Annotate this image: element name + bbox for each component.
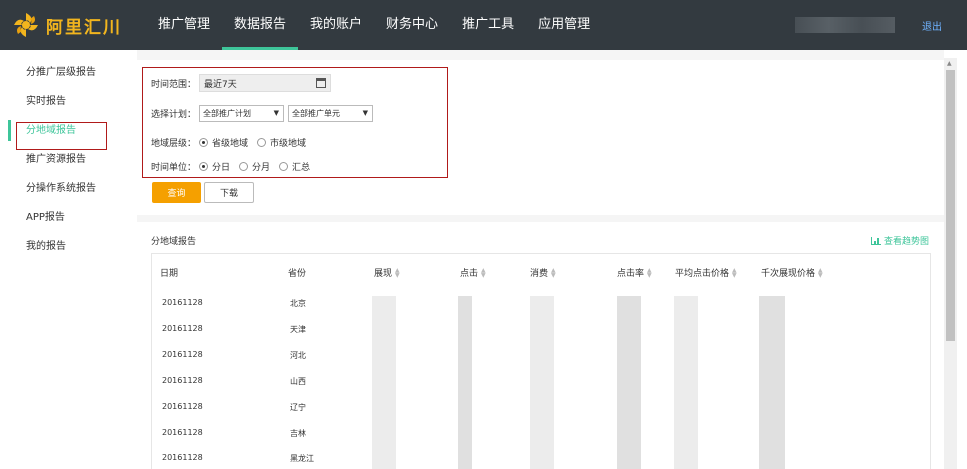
nav-promotion-tools[interactable]: 推广工具 [450,0,526,50]
cell-province: 天津 [290,325,306,334]
col-header-ctr[interactable]: 点击率 ▲ ▼ [617,266,652,279]
redacted-clicks-column [458,296,472,469]
cell-date: 20161128 [162,428,203,437]
col-header-cost[interactable]: 消费 ▲ ▼ [530,266,556,279]
query-button[interactable]: 查询 [152,182,201,203]
nav-app-management[interactable]: 应用管理 [526,0,602,50]
cell-date: 20161128 [162,453,203,462]
sidebar-item-app-report[interactable]: APP报告 [0,203,136,232]
sort-icon[interactable]: ▲ ▼ [395,267,400,278]
cell-date: 20161128 [162,298,203,307]
download-button[interactable]: 下载 [204,182,254,203]
bar-chart-icon [871,236,881,245]
sidebar-item-os-report[interactable]: 分操作系统报告 [0,174,136,203]
logo-icon [14,13,38,37]
sort-icon[interactable]: ▲ ▼ [818,267,823,278]
redacted-avg-cpc-column [674,296,698,469]
cell-province: 辽宁 [290,403,306,412]
sort-icon[interactable]: ▲ ▼ [551,267,556,278]
redacted-impressions-column [372,296,396,469]
col-header-clicks[interactable]: 点击 ▲ ▼ [460,266,486,279]
nav-data-report[interactable]: 数据报告 [222,0,299,50]
sort-icon[interactable]: ▲ ▼ [647,267,652,278]
nav-finance-center[interactable]: 财务中心 [374,0,450,50]
cell-date: 20161128 [162,402,203,411]
report-title: 分地域报告 [151,237,197,247]
filter-highlight-box [142,67,448,178]
redacted-ctr-column [617,296,641,469]
sidebar-highlight-box [16,122,107,150]
user-name-redacted [795,17,895,33]
sidebar: 分推广层级报告 实时报告 分地域报告 推广资源报告 分操作系统报告 APP报告 … [0,58,136,261]
col-header-date[interactable]: 日期 [160,266,178,279]
redacted-cpm-column [759,296,785,469]
col-header-province[interactable]: 省份 [288,266,306,279]
logo-text: 阿里汇川 [46,17,122,38]
scrollbar-thumb[interactable] [946,70,955,341]
col-header-cpm[interactable]: 千次展现价格 ▲ ▼ [761,266,823,279]
nav-promotion-management[interactable]: 推广管理 [146,0,222,50]
redacted-cost-column [530,296,554,469]
cell-date: 20161128 [162,350,203,359]
col-header-impressions[interactable]: 展现 ▲ ▼ [374,266,400,279]
nav-my-account[interactable]: 我的账户 [298,0,374,50]
sidebar-item-my-report[interactable]: 我的报告 [0,232,136,261]
cell-date: 20161128 [162,376,203,385]
view-trend-link[interactable]: 查看趋势图 [871,234,929,247]
cell-province: 北京 [290,299,306,308]
sidebar-item-realtime-report[interactable]: 实时报告 [0,87,136,116]
cell-province: 吉林 [290,429,306,438]
col-header-avg-cpc[interactable]: 平均点击价格 ▲ ▼ [675,266,737,279]
view-trend-label: 查看趋势图 [884,237,930,247]
sort-icon[interactable]: ▲ ▼ [481,267,486,278]
sidebar-item-level-report[interactable]: 分推广层级报告 [0,58,136,87]
main-nav: 推广管理 数据报告 我的账户 财务中心 推广工具 应用管理 [146,0,602,50]
top-navigation-bar: 阿里汇川 推广管理 数据报告 我的账户 财务中心 推广工具 应用管理 退出 [0,0,967,50]
cell-date: 20161128 [162,324,203,333]
cell-province: 黑龙江 [290,454,314,463]
scroll-up-arrow-icon[interactable]: ▲ [947,60,952,67]
logout-link[interactable]: 退出 [922,18,942,33]
sort-icon[interactable]: ▲ ▼ [732,267,737,278]
cell-province: 河北 [290,351,306,360]
cell-province: 山西 [290,377,306,386]
logo[interactable]: 阿里汇川 [12,10,122,40]
